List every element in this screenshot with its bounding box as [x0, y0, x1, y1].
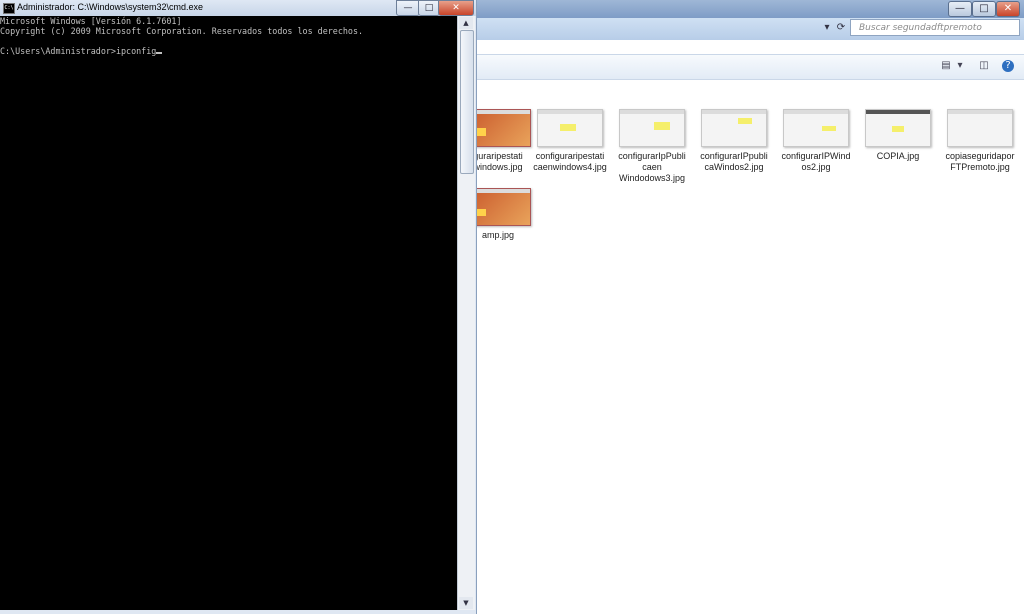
explorer-minimize-button[interactable]: — — [948, 1, 972, 17]
refresh-icon[interactable]: ⟳ — [834, 21, 848, 35]
file-item[interactable]: COPIA.jpg — [859, 109, 937, 162]
file-thumbnail — [783, 109, 849, 147]
scroll-up-arrow-icon[interactable]: ▲ — [459, 17, 473, 29]
vertical-scrollbar[interactable]: ▲ ▼ — [457, 16, 475, 610]
file-thumbnail — [947, 109, 1013, 147]
console-command: C:\Users\Administrador>ipconfig — [0, 46, 157, 56]
file-name: configurarIPpubli caWindos2.jpg — [700, 151, 768, 172]
file-name: configuraripestati caenwindows4.jpg — [533, 151, 607, 172]
help-icon[interactable]: ? — [1002, 60, 1014, 72]
cmd-icon[interactable]: C:\ — [3, 3, 15, 14]
file-name: copiaseguridapor FTPremoto.jpg — [945, 151, 1015, 172]
minimize-button[interactable]: — — [396, 0, 420, 16]
console-output[interactable]: Microsoft Windows [Versión 6.1.7601] Cop… — [0, 16, 457, 610]
address-dropdown-icon[interactable]: ▾ — [820, 21, 834, 35]
console-line: Microsoft Windows [Versión 6.1.7601] — [0, 16, 182, 26]
search-input[interactable]: Buscar segundadftpremoto — [850, 19, 1020, 36]
file-name: configurarIpPubli caen Windodows3.jpg — [618, 151, 686, 183]
close-button[interactable]: ✕ — [438, 0, 474, 16]
explorer-maximize-button[interactable]: □ — [972, 1, 996, 17]
cmd-window[interactable]: C:\ Administrador: C:\Windows\system32\c… — [0, 0, 477, 614]
preview-pane-icon[interactable]: ◫ — [978, 60, 990, 72]
view-dropdown-icon[interactable]: ▾ — [954, 60, 966, 72]
window-title: Administrador: C:\Windows\system32\cmd.e… — [17, 2, 204, 12]
file-item[interactable]: configurarIpPubli caen Windodows3.jpg — [613, 109, 691, 184]
file-name: guraripestati windows.jpg — [473, 151, 523, 172]
text-cursor — [156, 52, 163, 54]
scroll-down-arrow-icon[interactable]: ▼ — [459, 597, 473, 609]
file-name: amp.jpg — [481, 230, 515, 240]
file-name: configurarIPWind os2.jpg — [781, 151, 851, 172]
file-item[interactable]: configurarIPWind os2.jpg — [777, 109, 855, 173]
file-thumbnail — [537, 109, 603, 147]
file-item[interactable]: configuraripestati caenwindows4.jpg — [531, 109, 609, 173]
view-icon[interactable]: ▤ — [940, 60, 952, 72]
file-item[interactable]: copiaseguridapor FTPremoto.jpg — [941, 109, 1019, 173]
maximize-button[interactable]: □ — [418, 0, 440, 16]
scroll-thumb[interactable] — [460, 30, 474, 174]
file-thumbnail — [865, 109, 931, 147]
explorer-close-button[interactable]: ✕ — [996, 1, 1020, 17]
file-thumbnail — [619, 109, 685, 147]
command-bar: ▤ ▾ ◫ ? — [474, 54, 1024, 80]
file-name: COPIA.jpg — [876, 151, 920, 161]
file-thumbnail — [701, 109, 767, 147]
cmd-titlebar[interactable]: C:\ Administrador: C:\Windows\system32\c… — [0, 0, 476, 16]
file-item[interactable]: configurarIPpubli caWindos2.jpg — [695, 109, 773, 173]
console-line: Copyright (c) 2009 Microsoft Corporation… — [0, 26, 364, 36]
console-prompt-line: C:\Users\Administrador>ipconfig — [0, 46, 457, 56]
